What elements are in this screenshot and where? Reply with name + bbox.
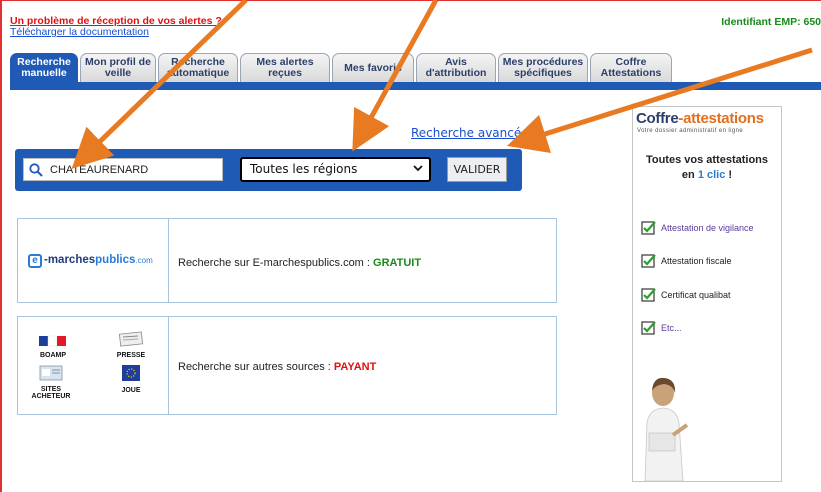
eu-flag-icon: [122, 365, 140, 381]
headline-line-1: Toutes vos attestations: [645, 154, 769, 166]
coffre-headline: Toutes vos attestations en 1 clic !: [633, 153, 781, 183]
checkbox-checked-icon: [641, 254, 656, 268]
e-marchespublics-logo: e -marchespublics.com: [28, 254, 153, 268]
region-select[interactable]: Toutes les régions: [240, 157, 431, 182]
checklist-label: Etc...: [661, 322, 682, 333]
paid-source-text[interactable]: Recherche sur autres sources : PAYANT: [178, 361, 376, 373]
advanced-search-link[interactable]: Recherche avancée: [411, 126, 529, 140]
presse-source: PRESSE: [106, 331, 156, 359]
website-icon: [39, 365, 63, 381]
sites-acheteur-label: SITES ACHETEUR: [31, 386, 71, 400]
tab-recherche-automatique[interactable]: Recherche automatique: [158, 53, 238, 82]
tab-avis-attribution[interactable]: Avis d'attribution: [416, 53, 496, 82]
headline-2b: 1 clic: [697, 169, 726, 181]
sites-acheteur-source: SITES ACHETEUR: [21, 365, 81, 400]
checklist-label: Attestation de vigilance: [661, 222, 754, 233]
search-input[interactable]: [50, 161, 220, 179]
logo-text-a: -marches: [44, 254, 96, 266]
joue-label: JOUE: [121, 387, 141, 394]
free-badge: GRATUIT: [373, 257, 422, 269]
paid-source-desc: Recherche sur autres sources :: [178, 361, 334, 373]
tab-coffre-attestations[interactable]: Coffre Attestations: [590, 53, 672, 82]
tab-procedures-specifiques[interactable]: Mes procédures spécifiques: [498, 53, 588, 82]
logo-e-glyph: e: [28, 254, 42, 268]
paid-badge: PAYANT: [333, 361, 377, 373]
tab-label-1: Mes favoris: [344, 61, 402, 74]
tab-alertes-recues[interactable]: Mes alertes reçues: [240, 53, 330, 82]
checklist-item: Etc...: [641, 320, 682, 335]
headline-2a: en: [681, 169, 698, 181]
checklist-item: Attestation fiscale: [641, 253, 732, 268]
checkbox-checked-icon: [641, 221, 656, 235]
search-bar: Toutes les régions VALIDER: [15, 149, 522, 191]
logo-text-b: publics: [95, 254, 136, 266]
tab-label-2: manuelle: [21, 67, 67, 79]
checklist-label: Certificat qualibat: [661, 289, 731, 300]
download-doc-link[interactable]: Télécharger la documentation: [10, 27, 222, 38]
tab-label-2: reçues: [268, 67, 302, 79]
paid-source-logos-cell: BOAMP PRESSE SITES ACHETEUR JOUE: [18, 317, 169, 414]
woman-illustration: [644, 377, 689, 481]
checkbox-checked-icon: [641, 288, 656, 302]
brand-part-1: Coffre: [636, 110, 679, 127]
tab-label-2: Attestations: [600, 67, 662, 79]
checklist-item: Attestation de vigilance: [641, 220, 754, 235]
checkbox-checked-icon: [641, 321, 656, 335]
chevron-down-icon: [413, 165, 423, 172]
tab-label-2: spécifiques: [514, 67, 572, 79]
region-selected-value: Toutes les régions: [250, 162, 358, 176]
tab-favoris[interactable]: Mes favoris: [332, 53, 414, 82]
boamp-label: BOAMP: [39, 352, 67, 359]
identifier-label: Identifiant EMP: 650: [721, 16, 821, 28]
brand-part-2: -attestations: [678, 110, 764, 127]
checklist-label: Attestation fiscale: [661, 255, 732, 266]
tab-label-2: veille: [104, 67, 132, 79]
paid-source-row[interactable]: BOAMP PRESSE SITES ACHETEUR JOUE Recherc…: [17, 316, 557, 415]
tab-bar: Recherche manuelle Mon profil de veille Re…: [10, 53, 672, 82]
headline-2c: !: [725, 169, 733, 181]
free-source-text[interactable]: Recherche sur E-marchespublics.com : GRA…: [178, 257, 421, 269]
presse-label: PRESSE: [116, 352, 146, 359]
tab-label-2: d'attribution: [425, 67, 487, 79]
checklist-item: Certificat qualibat: [641, 287, 731, 302]
validate-button[interactable]: VALIDER: [447, 157, 507, 182]
search-icon: [29, 163, 43, 177]
tab-recherche-manuelle[interactable]: Recherche manuelle: [10, 53, 78, 82]
logo-text-c: .com: [135, 256, 153, 265]
search-field[interactable]: [23, 158, 223, 181]
free-source-desc: Recherche sur E-marchespublics.com :: [178, 257, 374, 269]
coffre-attestations-banner[interactable]: Coffre-attestations Votre dossier admini…: [632, 106, 782, 482]
french-flag-icon: [39, 335, 66, 347]
newspaper-icon: [118, 331, 144, 347]
coffre-brand-logo: Coffre-attestations: [636, 110, 764, 127]
tab-profil-veille[interactable]: Mon profil de veille: [80, 53, 156, 82]
tab-bar-underline: [10, 82, 821, 90]
free-source-row[interactable]: e -marchespublics.com Recherche sur E-mar…: [17, 218, 557, 303]
joue-source: JOUE: [114, 364, 148, 394]
boamp-source: BOAMP: [32, 334, 74, 359]
headline-line-2: en 1 clic !: [633, 168, 781, 183]
tab-label-2: automatique: [166, 67, 230, 79]
coffre-tagline: Votre dossier administratif en ligne: [637, 128, 744, 134]
top-links: Un problème de réception de vos alertes …: [10, 16, 222, 38]
free-source-logo-cell: e -marchespublics.com: [18, 219, 169, 302]
